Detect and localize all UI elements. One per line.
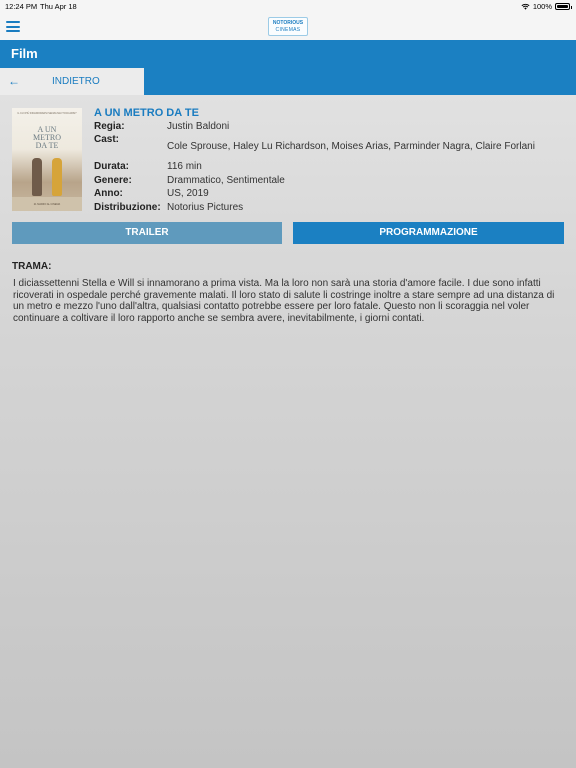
distribuzione-value: Notorius Pictures <box>167 202 244 213</box>
trama-text: I diciassettenni Stella e Will si innamo… <box>13 278 555 324</box>
back-button[interactable]: ← INDIETRO <box>0 68 144 95</box>
regia-label: Regia: <box>94 121 125 132</box>
back-label: INDIETRO <box>52 76 100 87</box>
logo-line1: NOTORIOUS <box>272 20 304 26</box>
trailer-button[interactable]: TRAILER <box>12 222 282 244</box>
trama-label: TRAMA: <box>12 261 52 272</box>
logo-line2: CINEMAS <box>275 27 301 33</box>
cast-label: Cast: <box>94 134 120 145</box>
notorious-cinemas-logo[interactable]: NOTORIOUS CINEMAS <box>268 17 308 36</box>
poster-title-line3: DA TE <box>35 141 59 150</box>
poster-title: A UN METRO DA TE <box>12 126 82 150</box>
genere-value: Drammatico, Sentimentale <box>167 175 285 186</box>
durata-value: 116 min <box>167 161 202 172</box>
cast-value: Cole Sprouse, Haley Lu Richardson, Moise… <box>167 141 535 152</box>
genere-label: Genere: <box>94 175 132 186</box>
durata-label: Durata: <box>94 161 130 172</box>
status-right: 100% <box>521 2 572 11</box>
status-date: Thu Apr 18 <box>40 2 77 11</box>
anno-value: US, 2019 <box>167 188 209 199</box>
poster-tagline: IL CUI PIÙ INNAMORARSI SENZA MAI TOCCARS… <box>17 112 77 115</box>
distribuzione-label: Distribuzione: <box>94 202 161 213</box>
hamburger-menu-icon[interactable] <box>6 21 20 32</box>
programmazione-button[interactable]: PROGRAMMAZIONE <box>293 222 564 244</box>
page-title: Film <box>11 46 38 61</box>
poster-release: 21 MARZO AL CINEMA <box>33 203 61 206</box>
regia-value: Justin Baldoni <box>167 121 230 132</box>
poster-figure-girl <box>52 158 62 196</box>
poster-figure-boy <box>32 158 42 196</box>
film-poster: IL CUI PIÙ INNAMORARSI SENZA MAI TOCCARS… <box>12 108 82 211</box>
page-header: Film ← INDIETRO <box>0 40 576 95</box>
top-bar: NOTORIOUS CINEMAS <box>0 12 576 40</box>
anno-label: Anno: <box>94 188 123 199</box>
battery-icon <box>555 3 572 10</box>
arrow-left-icon: ← <box>8 74 20 88</box>
status-bar: 12:24 PM Thu Apr 18 100% <box>0 0 576 12</box>
status-time: 12:24 PM <box>5 2 38 11</box>
wifi-icon <box>521 3 530 10</box>
film-title: A UN METRO DA TE <box>94 107 199 119</box>
battery-percent: 100% <box>532 2 552 11</box>
